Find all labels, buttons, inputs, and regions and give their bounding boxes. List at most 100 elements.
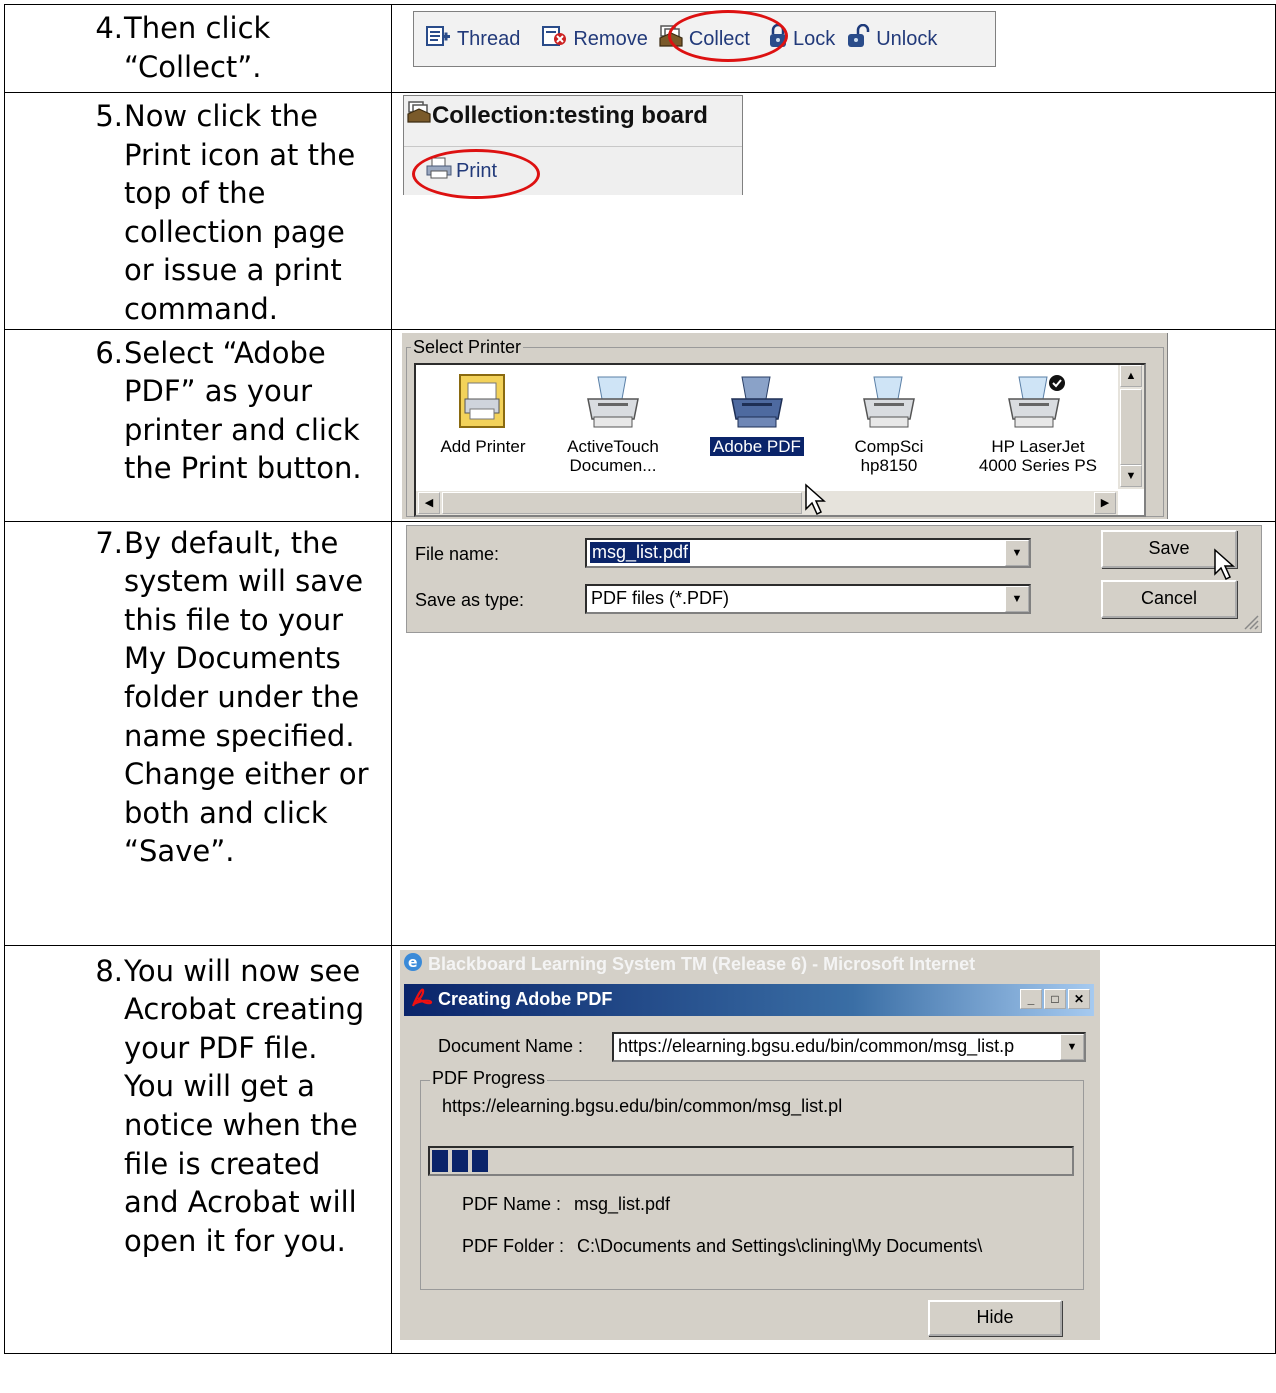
printer-line1: HP LaserJet bbox=[991, 436, 1085, 456]
step-row-5: 5. Now click the Print icon at the top o… bbox=[4, 92, 1276, 330]
scroll-down-icon[interactable]: ▼ bbox=[1119, 464, 1142, 487]
browser-window: e Blackboard Learning System TM (Release… bbox=[399, 949, 1100, 1340]
browser-title: Blackboard Learning System TM (Release 6… bbox=[427, 954, 976, 975]
minimize-icon[interactable]: _ bbox=[1019, 988, 1042, 1009]
progress-url: https://elearning.bgsu.edu/bin/common/ms… bbox=[441, 1095, 843, 1116]
progress-bar bbox=[427, 1145, 1074, 1176]
cancel-button[interactable]: Cancel bbox=[1100, 579, 1237, 618]
highlight-oval bbox=[667, 10, 788, 62]
collection-title-text: Collection:testing board bbox=[431, 101, 708, 129]
printer-hp-laserjet[interactable]: HP LaserJet 4000 Series PS bbox=[968, 373, 1108, 475]
printer-compsci[interactable]: CompSci hp8150 bbox=[824, 373, 954, 475]
printer-adobe-pdf[interactable]: Adobe PDF bbox=[692, 373, 822, 456]
acrobat-body: Document Name : https://elearning.bgsu.e… bbox=[403, 1015, 1094, 1340]
instructions-table: 4. Then click “Collect”. Thread Remove C… bbox=[4, 4, 1276, 1354]
step-number: 6. bbox=[95, 335, 123, 370]
close-icon[interactable]: ✕ bbox=[1067, 988, 1090, 1009]
step-number: 4. bbox=[95, 11, 123, 45]
screenshot-cell: e Blackboard Learning System TM (Release… bbox=[390, 944, 1276, 1354]
printer-line1: CompSci bbox=[854, 436, 924, 456]
step-number: 5. bbox=[95, 99, 123, 133]
remove-label: Remove bbox=[573, 27, 648, 50]
progress-segment bbox=[471, 1149, 488, 1172]
mouse-cursor-icon bbox=[805, 482, 826, 515]
remove-button[interactable]: Remove bbox=[542, 25, 648, 53]
step-cell: 4. Then click “Collect”. bbox=[4, 4, 392, 93]
scroll-right-icon[interactable]: ▶ bbox=[1093, 491, 1116, 514]
collection-icon bbox=[406, 100, 432, 131]
file-name-field[interactable]: msg_list.pdf ▼ bbox=[584, 537, 1031, 568]
pdf-name-label: PDF Name : bbox=[461, 1193, 561, 1214]
print-dialog: Select Printer Add Printer ActiveTouch D… bbox=[401, 332, 1168, 519]
scroll-left-icon[interactable]: ◀ bbox=[417, 491, 440, 514]
document-name-select[interactable]: https://elearning.bgsu.edu/bin/common/ms… bbox=[611, 1031, 1086, 1062]
printer-list[interactable]: Add Printer ActiveTouch Documen... Adobe… bbox=[413, 362, 1146, 517]
document-name-label: Document Name : bbox=[437, 1035, 584, 1056]
step-cell: 5. Now click the Print icon at the top o… bbox=[4, 92, 392, 330]
scroll-thumb[interactable] bbox=[441, 491, 802, 514]
file-name-label: File name: bbox=[414, 544, 500, 565]
save-as-type-label: Save as type: bbox=[414, 590, 525, 611]
step-number: 7. bbox=[95, 525, 123, 560]
step-text: By default, the system will save this fi… bbox=[124, 525, 369, 869]
select-printer-label: Select Printer bbox=[410, 336, 524, 358]
pdf-name-row: PDF Name : msg_list.pdf bbox=[462, 1194, 670, 1215]
thread-button[interactable]: Thread bbox=[425, 25, 521, 53]
adobe-pdf-printer-icon bbox=[692, 373, 822, 431]
internet-explorer-icon: e bbox=[402, 951, 424, 978]
printer-line1: Adobe PDF bbox=[710, 436, 804, 456]
printer-icon bbox=[548, 373, 678, 431]
mouse-cursor-icon bbox=[1214, 547, 1235, 580]
step-cell: 8. You will now see Acrobat creating you… bbox=[4, 944, 392, 1354]
thread-icon bbox=[425, 25, 452, 53]
dropdown-arrow-icon[interactable]: ▼ bbox=[1004, 539, 1029, 566]
save-as-type-select[interactable]: PDF files (*.PDF) ▼ bbox=[584, 583, 1031, 614]
acrobat-title-bar: Creating Adobe PDF _ □ ✕ bbox=[403, 983, 1094, 1016]
progress-fill bbox=[431, 1149, 488, 1172]
dropdown-arrow-icon[interactable]: ▼ bbox=[1059, 1033, 1084, 1060]
remove-icon bbox=[542, 25, 568, 53]
pdf-progress-label: PDF Progress bbox=[429, 1067, 547, 1089]
screenshot-cell: Thread Remove Collect Lock Unlock bbox=[390, 4, 1276, 93]
printer-line2: 4000 Series PS bbox=[978, 455, 1098, 475]
save-as-type-value: PDF files (*.PDF) bbox=[590, 588, 729, 609]
add-printer-icon bbox=[418, 373, 548, 431]
maximize-icon[interactable]: □ bbox=[1043, 988, 1066, 1009]
step-row-8: 8. You will now see Acrobat creating you… bbox=[4, 944, 1276, 1354]
printer-line2: Documen... bbox=[569, 455, 657, 475]
acrobat-icon bbox=[410, 986, 434, 1013]
printer-activetouch[interactable]: ActiveTouch Documen... bbox=[548, 373, 678, 475]
printer-icon bbox=[824, 373, 954, 431]
screenshot-cell: Collection:testing board Print bbox=[390, 92, 1276, 330]
svg-text:e: e bbox=[408, 955, 418, 971]
window-controls: _ □ ✕ bbox=[1019, 988, 1090, 1009]
thread-label: Thread bbox=[456, 27, 521, 50]
scroll-thumb[interactable] bbox=[1119, 388, 1142, 465]
pdf-name-value: msg_list.pdf bbox=[574, 1193, 671, 1214]
hide-button[interactable]: Hide bbox=[927, 1299, 1062, 1336]
resize-grip-icon[interactable] bbox=[1241, 612, 1259, 630]
printer-icon bbox=[968, 373, 1108, 431]
unlock-button[interactable]: Unlock bbox=[847, 23, 938, 54]
highlight-oval bbox=[411, 149, 540, 199]
file-name-value: msg_list.pdf bbox=[589, 542, 691, 564]
step-row-6: 6. Select “Adobe PDF” as your printer an… bbox=[4, 328, 1276, 522]
screenshot-cell: Select Printer Add Printer ActiveTouch D… bbox=[390, 328, 1276, 522]
printer-line1: Add Printer bbox=[440, 436, 526, 456]
horizontal-scrollbar[interactable]: ◀ ▶ bbox=[415, 490, 1118, 515]
vertical-scrollbar[interactable]: ▲ ▼ bbox=[1117, 364, 1144, 489]
step-text: Now click the Print icon at the top of t… bbox=[124, 99, 356, 326]
step-cell: 6. Select “Adobe PDF” as your printer an… bbox=[4, 328, 392, 522]
scroll-up-icon[interactable]: ▲ bbox=[1119, 364, 1142, 387]
progress-segment bbox=[451, 1149, 468, 1172]
printer-add-printer[interactable]: Add Printer bbox=[418, 373, 548, 456]
unlock-label: Unlock bbox=[876, 27, 938, 50]
dropdown-arrow-icon[interactable]: ▼ bbox=[1004, 585, 1029, 612]
step-cell: 7. By default, the system will save this… bbox=[4, 520, 392, 946]
step-number: 8. bbox=[95, 953, 123, 988]
collection-title: Collection:testing board bbox=[406, 100, 708, 131]
browser-title-bar: e Blackboard Learning System TM (Release… bbox=[399, 949, 1100, 980]
pdf-folder-value: C:\Documents and Settings\clining\My Doc… bbox=[577, 1235, 983, 1256]
step-text: You will now see Acrobat creating your P… bbox=[124, 953, 365, 1258]
lock-label: Lock bbox=[792, 27, 836, 50]
